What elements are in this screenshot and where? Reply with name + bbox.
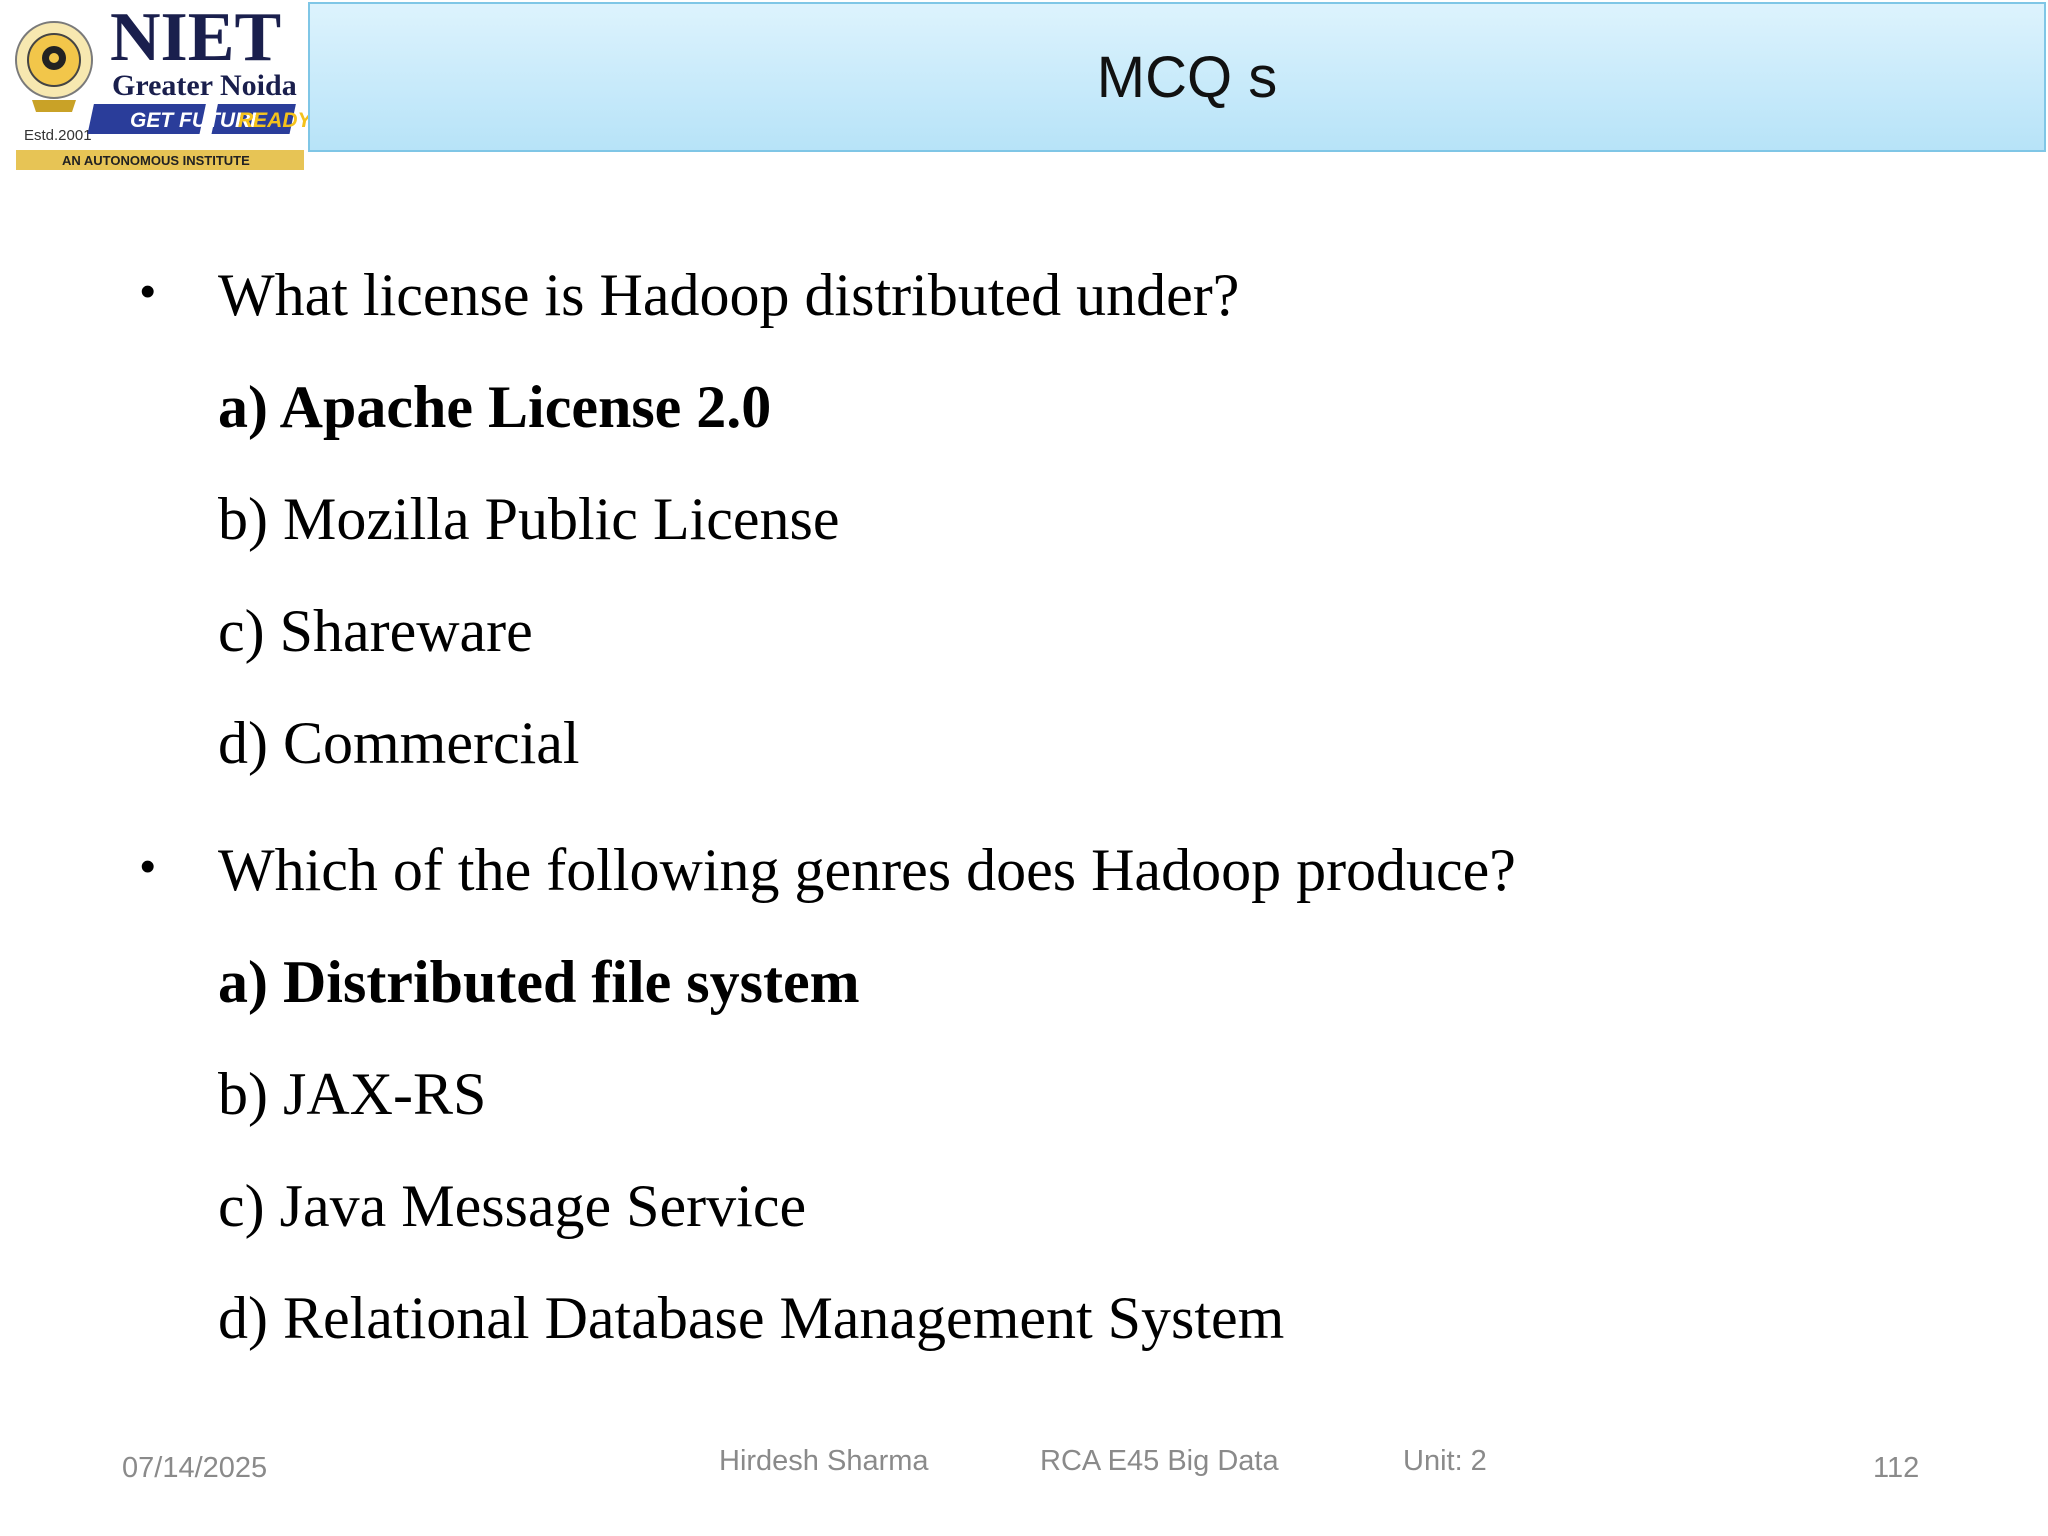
established-text: Estd.2001	[24, 127, 92, 144]
logo-banner: AN AUTONOMOUS INSTITUTE	[62, 153, 250, 168]
bullet-icon: •	[140, 842, 156, 891]
q1-option-b: b) Mozilla Public License	[218, 486, 840, 552]
q1-option-c: c) Shareware	[218, 598, 533, 664]
q1-option-a: a) Apache License 2.0	[218, 374, 772, 440]
logo-location: Greater Noida	[112, 69, 297, 102]
q1-option-d: d) Commercial	[218, 710, 580, 776]
footer-page-number: 112	[1873, 1452, 1920, 1484]
footer-author: Hirdesh Sharma	[719, 1445, 929, 1477]
title-bar: MCQ s	[308, 2, 2046, 152]
footer-course: RCA E45 Big Data	[1040, 1445, 1279, 1477]
q2-option-c: c) Java Message Service	[218, 1173, 807, 1239]
institute-logo: Estd.2001 NIET Greater Noida GET FUTURE …	[12, 0, 314, 172]
q2-option-b: b) JAX-RS	[218, 1061, 487, 1127]
question-1-text: What license is Hadoop distributed under…	[218, 262, 1240, 328]
logo-tagline-b: READY	[238, 109, 308, 132]
q2-option-a: a) Distributed file system	[218, 949, 860, 1015]
question-2-text: Which of the following genres does Hadoo…	[218, 837, 1516, 903]
q2-option-d: d) Relational Database Management System	[218, 1285, 1285, 1351]
footer-date: 07/14/2025	[122, 1452, 268, 1484]
footer-unit: Unit: 2	[1403, 1445, 1487, 1477]
bullet-icon: •	[140, 267, 156, 316]
logo-name: NIET	[110, 0, 281, 76]
slide-title: MCQ s	[1096, 44, 1278, 110]
